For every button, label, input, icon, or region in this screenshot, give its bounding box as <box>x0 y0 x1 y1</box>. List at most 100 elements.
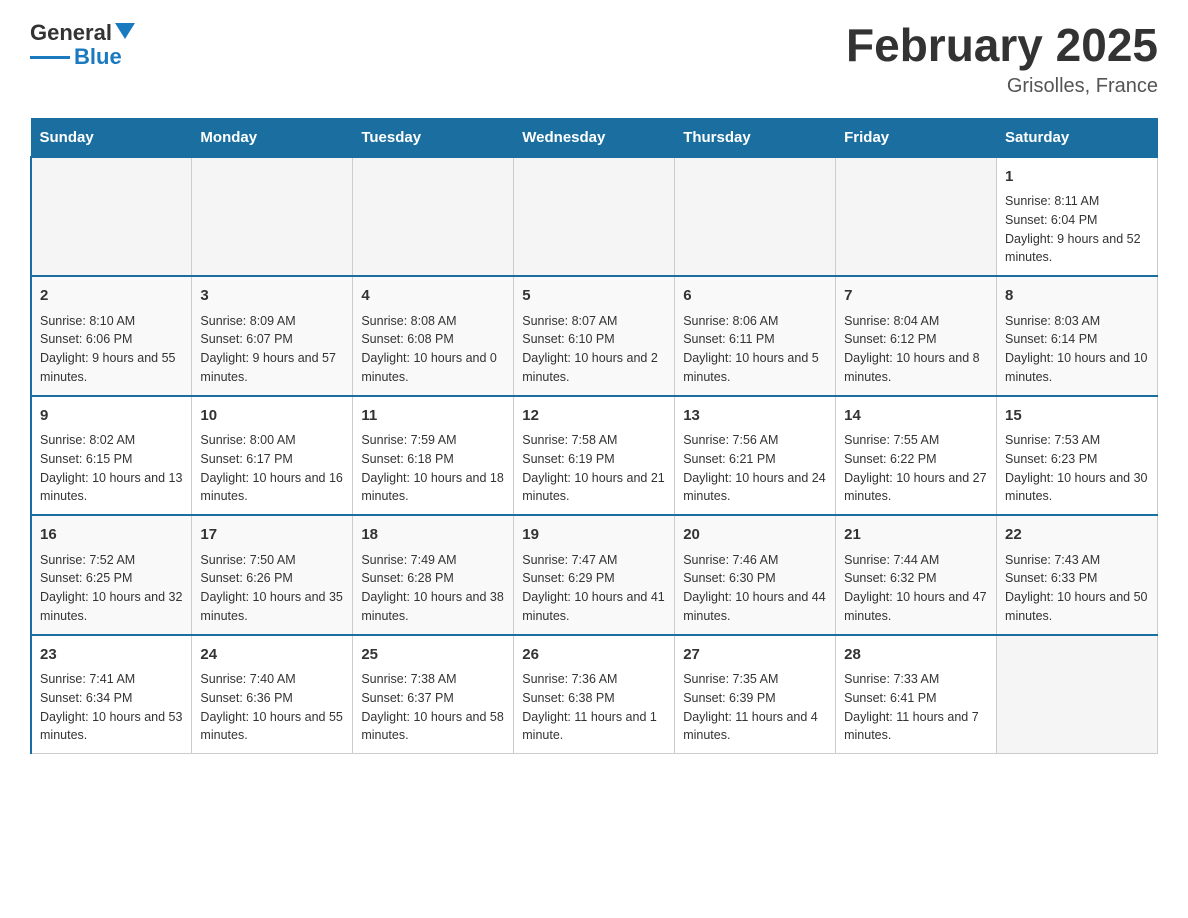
day-info: Sunrise: 7:55 AM Sunset: 6:22 PM Dayligh… <box>844 431 988 506</box>
day-info: Sunrise: 7:53 AM Sunset: 6:23 PM Dayligh… <box>1005 431 1149 506</box>
day-number: 13 <box>683 405 827 428</box>
day-info: Sunrise: 7:50 AM Sunset: 6:26 PM Dayligh… <box>200 551 344 626</box>
calendar-cell: 8 Sunrise: 8:03 AM Sunset: 6:14 PM Daylig… <box>997 276 1158 396</box>
day-info: Sunrise: 8:04 AM Sunset: 6:12 PM Dayligh… <box>844 312 988 387</box>
day-info: Sunrise: 8:00 AM Sunset: 6:17 PM Dayligh… <box>200 431 344 506</box>
day-info: Sunrise: 7:44 AM Sunset: 6:32 PM Dayligh… <box>844 551 988 626</box>
day-number: 24 <box>200 644 344 667</box>
week-row-4: 23Sunrise: 7:41 AM Sunset: 6:34 PM Dayli… <box>31 635 1158 754</box>
day-number: 14 <box>844 405 988 428</box>
calendar-cell <box>353 157 514 277</box>
calendar-cell: 6 Sunrise: 8:06 AM Sunset: 6:11 PM Daylig… <box>675 276 836 396</box>
day-info: Sunrise: 7:43 AM Sunset: 6:33 PM Dayligh… <box>1005 551 1149 626</box>
day-number: 20 <box>683 524 827 547</box>
logo-triangle-icon <box>115 23 135 39</box>
day-info: Sunrise: 7:36 AM Sunset: 6:38 PM Dayligh… <box>522 670 666 745</box>
day-info: Sunrise: 7:33 AM Sunset: 6:41 PM Dayligh… <box>844 670 988 745</box>
day-info: Sunrise: 7:38 AM Sunset: 6:37 PM Dayligh… <box>361 670 505 745</box>
day-number: 26 <box>522 644 666 667</box>
weekday-header-friday: Friday <box>836 118 997 157</box>
calendar-cell: 5Sunrise: 8:07 AM Sunset: 6:10 PM Daylig… <box>514 276 675 396</box>
calendar-cell: 17 Sunrise: 7:50 AM Sunset: 6:26 PM Dayli… <box>192 515 353 635</box>
day-info: Sunrise: 8:10 AM Sunset: 6:06 PM Dayligh… <box>40 312 183 387</box>
calendar-cell: 13 Sunrise: 7:56 AM Sunset: 6:21 PM Dayli… <box>675 396 836 516</box>
day-info: Sunrise: 8:07 AM Sunset: 6:10 PM Dayligh… <box>522 312 666 387</box>
calendar-cell: 7 Sunrise: 8:04 AM Sunset: 6:12 PM Daylig… <box>836 276 997 396</box>
calendar-cell: 23Sunrise: 7:41 AM Sunset: 6:34 PM Dayli… <box>31 635 192 754</box>
week-row-0: 1 Sunrise: 8:11 AM Sunset: 6:04 PM Daylig… <box>31 157 1158 277</box>
page-header: General Blue February 2025 Grisolles, Fr… <box>30 20 1158 98</box>
week-row-1: 2Sunrise: 8:10 AM Sunset: 6:06 PM Daylig… <box>31 276 1158 396</box>
calendar-cell: 18Sunrise: 7:49 AM Sunset: 6:28 PM Dayli… <box>353 515 514 635</box>
calendar-table: SundayMondayTuesdayWednesdayThursdayFrid… <box>30 118 1158 755</box>
day-info: Sunrise: 7:41 AM Sunset: 6:34 PM Dayligh… <box>40 670 183 745</box>
calendar-cell <box>31 157 192 277</box>
day-info: Sunrise: 8:11 AM Sunset: 6:04 PM Dayligh… <box>1005 192 1149 267</box>
day-number: 6 <box>683 285 827 308</box>
day-number: 15 <box>1005 405 1149 428</box>
day-info: Sunrise: 7:59 AM Sunset: 6:18 PM Dayligh… <box>361 431 505 506</box>
day-info: Sunrise: 7:40 AM Sunset: 6:36 PM Dayligh… <box>200 670 344 745</box>
calendar-cell <box>192 157 353 277</box>
calendar-cell <box>997 635 1158 754</box>
weekday-header-tuesday: Tuesday <box>353 118 514 157</box>
calendar-cell: 1 Sunrise: 8:11 AM Sunset: 6:04 PM Daylig… <box>997 157 1158 277</box>
calendar-cell: 15 Sunrise: 7:53 AM Sunset: 6:23 PM Dayli… <box>997 396 1158 516</box>
calendar-subtitle: Grisolles, France <box>846 75 1158 98</box>
day-info: Sunrise: 8:09 AM Sunset: 6:07 PM Dayligh… <box>200 312 344 387</box>
logo: General Blue <box>30 20 135 70</box>
day-number: 7 <box>844 285 988 308</box>
calendar-cell: 11Sunrise: 7:59 AM Sunset: 6:18 PM Dayli… <box>353 396 514 516</box>
day-number: 17 <box>200 524 344 547</box>
calendar-cell: 27Sunrise: 7:35 AM Sunset: 6:39 PM Dayli… <box>675 635 836 754</box>
calendar-cell: 16 Sunrise: 7:52 AM Sunset: 6:25 PM Dayli… <box>31 515 192 635</box>
calendar-cell <box>675 157 836 277</box>
day-info: Sunrise: 8:02 AM Sunset: 6:15 PM Dayligh… <box>40 431 183 506</box>
day-number: 3 <box>200 285 344 308</box>
calendar-body: 1 Sunrise: 8:11 AM Sunset: 6:04 PM Daylig… <box>31 157 1158 754</box>
weekday-header-thursday: Thursday <box>675 118 836 157</box>
calendar-cell: 26 Sunrise: 7:36 AM Sunset: 6:38 PM Dayli… <box>514 635 675 754</box>
calendar-cell: 28 Sunrise: 7:33 AM Sunset: 6:41 PM Dayli… <box>836 635 997 754</box>
weekday-header-row: SundayMondayTuesdayWednesdayThursdayFrid… <box>31 118 1158 157</box>
week-row-3: 16 Sunrise: 7:52 AM Sunset: 6:25 PM Dayli… <box>31 515 1158 635</box>
calendar-cell: 9 Sunrise: 8:02 AM Sunset: 6:15 PM Daylig… <box>31 396 192 516</box>
day-number: 28 <box>844 644 988 667</box>
calendar-cell: 20 Sunrise: 7:46 AM Sunset: 6:30 PM Dayli… <box>675 515 836 635</box>
calendar-cell: 24 Sunrise: 7:40 AM Sunset: 6:36 PM Dayli… <box>192 635 353 754</box>
day-info: Sunrise: 7:52 AM Sunset: 6:25 PM Dayligh… <box>40 551 183 626</box>
day-info: Sunrise: 8:06 AM Sunset: 6:11 PM Dayligh… <box>683 312 827 387</box>
day-number: 10 <box>200 405 344 428</box>
day-number: 21 <box>844 524 988 547</box>
calendar-cell: 25Sunrise: 7:38 AM Sunset: 6:37 PM Dayli… <box>353 635 514 754</box>
day-info: Sunrise: 7:56 AM Sunset: 6:21 PM Dayligh… <box>683 431 827 506</box>
day-info: Sunrise: 7:35 AM Sunset: 6:39 PM Dayligh… <box>683 670 827 745</box>
calendar-cell: 10 Sunrise: 8:00 AM Sunset: 6:17 PM Dayli… <box>192 396 353 516</box>
logo-divider <box>30 56 70 59</box>
calendar-cell: 3 Sunrise: 8:09 AM Sunset: 6:07 PM Daylig… <box>192 276 353 396</box>
title-section: February 2025 Grisolles, France <box>846 20 1158 98</box>
day-info: Sunrise: 7:49 AM Sunset: 6:28 PM Dayligh… <box>361 551 505 626</box>
day-number: 9 <box>40 405 183 428</box>
logo-general-text: General <box>30 20 112 46</box>
weekday-header-saturday: Saturday <box>997 118 1158 157</box>
day-number: 19 <box>522 524 666 547</box>
calendar-cell: 14 Sunrise: 7:55 AM Sunset: 6:22 PM Dayli… <box>836 396 997 516</box>
day-number: 4 <box>361 285 505 308</box>
logo-blue-text: Blue <box>74 44 122 70</box>
day-info: Sunrise: 7:46 AM Sunset: 6:30 PM Dayligh… <box>683 551 827 626</box>
day-info: Sunrise: 8:08 AM Sunset: 6:08 PM Dayligh… <box>361 312 505 387</box>
calendar-cell <box>836 157 997 277</box>
calendar-cell: 2Sunrise: 8:10 AM Sunset: 6:06 PM Daylig… <box>31 276 192 396</box>
day-number: 8 <box>1005 285 1149 308</box>
day-number: 1 <box>1005 166 1149 189</box>
week-row-2: 9 Sunrise: 8:02 AM Sunset: 6:15 PM Daylig… <box>31 396 1158 516</box>
calendar-cell: 22 Sunrise: 7:43 AM Sunset: 6:33 PM Dayli… <box>997 515 1158 635</box>
calendar-cell: 21 Sunrise: 7:44 AM Sunset: 6:32 PM Dayli… <box>836 515 997 635</box>
day-number: 16 <box>40 524 183 547</box>
calendar-title: February 2025 <box>846 20 1158 71</box>
calendar-cell <box>514 157 675 277</box>
day-number: 22 <box>1005 524 1149 547</box>
day-info: Sunrise: 8:03 AM Sunset: 6:14 PM Dayligh… <box>1005 312 1149 387</box>
calendar-cell: 4 Sunrise: 8:08 AM Sunset: 6:08 PM Daylig… <box>353 276 514 396</box>
